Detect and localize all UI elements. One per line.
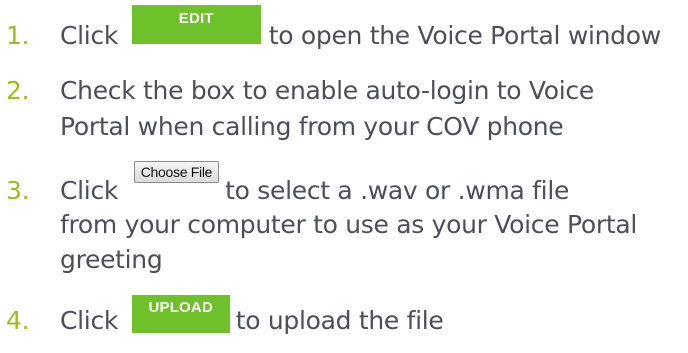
- step-4: 4. Click UPLOAD to upload the file: [0, 295, 688, 343]
- choose-file-button[interactable]: Choose File: [133, 161, 220, 183]
- step-text-line-2: Portal when calling from your COV phone: [60, 112, 564, 141]
- step-click-label: Click: [60, 21, 119, 50]
- step-text-line-2: from your computer to use as your Voice …: [60, 210, 637, 239]
- step-after-text: to open the Voice Portal window: [268, 21, 661, 50]
- step-text-line-1: Check the box to enable auto-login to Vo…: [60, 76, 594, 105]
- step-number: 4.: [6, 306, 30, 335]
- step-number: 3.: [6, 176, 30, 205]
- step-text: Click EDITto open the Voice Portal windo…: [60, 5, 661, 54]
- step-1: 1. Click EDITto open the Voice Portal wi…: [0, 5, 688, 56]
- step-text-line-3: greeting: [60, 245, 163, 274]
- step-number: 1.: [6, 21, 30, 50]
- edit-button[interactable]: EDIT: [131, 5, 261, 44]
- step-2: 2. Check the box to enable auto-login to…: [0, 73, 688, 153]
- step-3: 3. Click Choose Fileto select a .wav or …: [0, 161, 688, 281]
- step-number: 2.: [6, 76, 30, 105]
- upload-button[interactable]: UPLOAD: [131, 295, 230, 333]
- step-after-text: to select a .wav or .wma file: [225, 176, 570, 205]
- step-click-label: Click: [60, 306, 119, 335]
- step-text: Click UPLOAD to upload the file: [60, 295, 444, 339]
- step-after-text: to upload the file: [235, 306, 444, 335]
- step-text-line-1: Click Choose Fileto select a .wav or .wm…: [60, 161, 570, 209]
- step-click-label: Click: [60, 176, 119, 205]
